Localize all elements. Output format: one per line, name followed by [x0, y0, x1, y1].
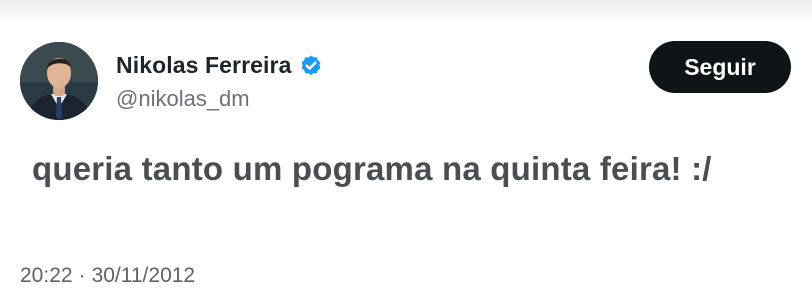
tweet-time: 20:22: [20, 264, 73, 287]
tweet-timestamp[interactable]: 20:22 · 30/11/2012: [20, 264, 195, 288]
top-shadow: [0, 0, 812, 24]
display-name[interactable]: Nikolas Ferreira: [116, 52, 291, 79]
tweet-date: 30/11/2012: [91, 264, 196, 287]
follow-button[interactable]: Seguir: [649, 41, 791, 93]
avatar[interactable]: [20, 42, 98, 120]
verified-badge-icon: [302, 55, 321, 75]
author-name-row: Nikolas Ferreira: [116, 52, 323, 79]
tweet-text: queria tanto um pograma na quinta feira!…: [32, 150, 712, 187]
meta-separator: ·: [78, 264, 86, 287]
tweet-card: Nikolas Ferreira @nikolas_dm Seguir quer…: [0, 0, 812, 308]
user-handle[interactable]: @nikolas_dm: [116, 86, 250, 112]
avatar-photo: [20, 42, 98, 120]
